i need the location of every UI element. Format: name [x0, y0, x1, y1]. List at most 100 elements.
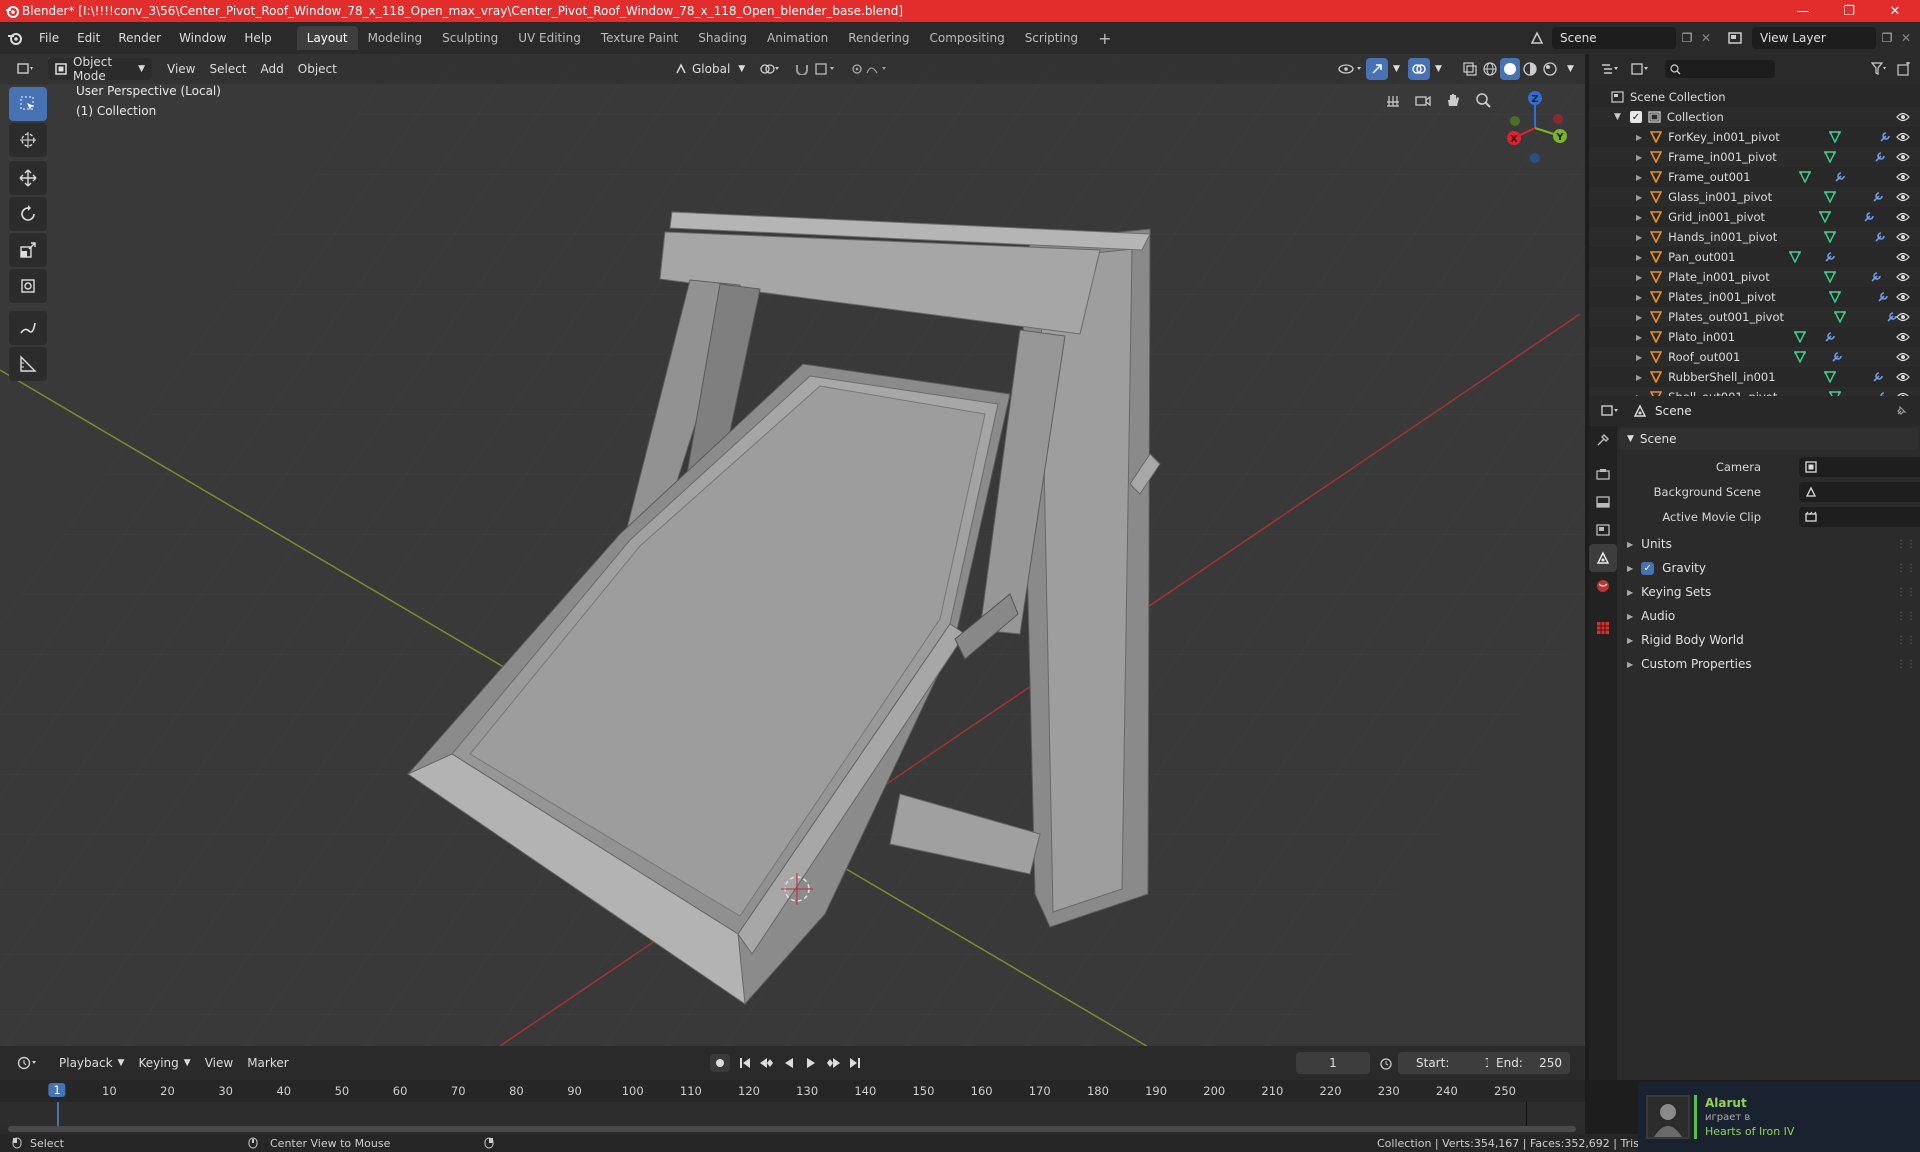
menu-help[interactable]: Help [235, 26, 280, 50]
mesh-data-icon[interactable] [1829, 131, 1841, 143]
outliner-object-row[interactable]: ▶ Frame_in001_pivot [1589, 147, 1920, 167]
modifier-wrench-icon[interactable] [1831, 351, 1843, 363]
pin-icon[interactable] [1895, 405, 1907, 417]
current-frame-field[interactable]: 1 [1296, 1052, 1370, 1074]
new-view-layer-icon[interactable]: ❐ [1876, 27, 1898, 49]
expand-arrow-icon[interactable]: ▶ [1636, 133, 1642, 142]
outliner-object-row[interactable]: ▶ Plato_in001 [1589, 327, 1920, 347]
overlays-toggle-icon[interactable] [1408, 58, 1430, 80]
outliner-object-row[interactable]: ▶ Pan_out001 [1589, 247, 1920, 267]
tab-rendering[interactable]: Rendering [838, 26, 919, 50]
menu-render[interactable]: Render [109, 26, 170, 50]
maximize-button[interactable]: ❐ [1826, 0, 1872, 22]
menu-file[interactable]: File [30, 26, 68, 50]
3d-viewport[interactable]: Object Mode ▼ View Select Add Object Glo… [0, 54, 1585, 1046]
drag-handle-icon[interactable]: ⋮⋮ [1896, 635, 1916, 646]
drag-handle-icon[interactable]: ⋮⋮ [1896, 611, 1916, 622]
eye-icon[interactable] [1896, 112, 1910, 122]
shading-material-icon[interactable] [1520, 58, 1540, 80]
display-mode-icon[interactable] [1625, 57, 1655, 81]
close-button[interactable]: ✕ [1872, 0, 1918, 22]
editor-type-icon[interactable] [10, 58, 42, 80]
mesh-data-icon[interactable] [1824, 191, 1836, 203]
outliner-object-row[interactable]: ▶ Grid_in001_pivot [1589, 207, 1920, 227]
modifier-wrench-icon[interactable] [1824, 251, 1836, 263]
minimize-button[interactable]: — [1780, 0, 1826, 22]
scale-icon[interactable] [9, 233, 47, 267]
camera-field[interactable] [1799, 457, 1920, 477]
viewport-menu-add[interactable]: Add [254, 58, 291, 80]
overlays-dropdown-icon[interactable]: ▼ [1428, 58, 1449, 80]
add-workspace-button[interactable]: + [1088, 26, 1121, 50]
mesh-data-icon[interactable] [1824, 231, 1836, 243]
eye-icon[interactable] [1896, 152, 1910, 162]
expand-arrow-icon[interactable]: ▶ [1636, 333, 1642, 342]
tab-shading[interactable]: Shading [688, 26, 757, 50]
tab-texture-paint[interactable]: Texture Paint [591, 26, 688, 50]
modifier-wrench-icon[interactable] [1863, 211, 1875, 223]
modifier-wrench-icon[interactable] [1877, 291, 1889, 303]
menu-window[interactable]: Window [170, 26, 235, 50]
gizmo-dropdown-icon[interactable]: ▼ [1386, 58, 1407, 80]
tab-tool-icon[interactable] [1589, 426, 1617, 454]
eye-icon[interactable] [1896, 212, 1910, 222]
timeline-menu-playback[interactable]: Playback ▼ [52, 1052, 131, 1074]
outliner-search-input[interactable] [1665, 60, 1775, 78]
mesh-data-icon[interactable] [1824, 271, 1836, 283]
select-box-icon[interactable] [9, 87, 47, 121]
jump-start-icon[interactable] [736, 1054, 754, 1072]
property-section-header[interactable]: ▶ Keying Sets ⋮⋮ [1619, 581, 1918, 603]
drag-handle-icon[interactable]: ⋮⋮ [1896, 539, 1916, 550]
background-scene-field[interactable] [1799, 482, 1920, 502]
record-icon[interactable] [710, 1054, 730, 1072]
pan-hand-icon[interactable] [1440, 87, 1466, 113]
eye-icon[interactable] [1896, 352, 1910, 362]
modifier-wrench-icon[interactable] [1874, 231, 1886, 243]
properties-editor-type-icon[interactable] [1595, 399, 1625, 423]
tab-layout[interactable]: Layout [296, 26, 358, 50]
active-movie-clip-field[interactable] [1799, 507, 1920, 527]
modifier-wrench-icon[interactable] [1879, 131, 1891, 143]
steam-notification[interactable]: Alarut играет в Hearts of Iron IV [1638, 1082, 1920, 1152]
mesh-data-icon[interactable] [1794, 351, 1806, 363]
expand-arrow-icon[interactable]: ▶ [1636, 293, 1642, 302]
outliner-editor-type-icon[interactable] [1595, 57, 1625, 81]
eye-icon[interactable] [1896, 232, 1910, 242]
current-frame-indicator[interactable]: 1 [48, 1083, 66, 1097]
move-icon[interactable] [9, 161, 47, 195]
outliner-object-row[interactable]: ▶ Roof_out001 [1589, 347, 1920, 367]
transform-orientation-selector[interactable]: Global ▼ [668, 58, 752, 80]
jump-end-icon[interactable] [846, 1054, 864, 1072]
tab-compositing[interactable]: Compositing [919, 26, 1014, 50]
property-section-header[interactable]: ▶ Custom Properties ⋮⋮ [1619, 653, 1918, 675]
tab-view-layer-icon[interactable] [1589, 516, 1617, 544]
delete-scene-icon[interactable]: ✕ [1698, 27, 1714, 49]
property-section-header[interactable]: ▶ Rigid Body World ⋮⋮ [1619, 629, 1918, 651]
mesh-data-icon[interactable] [1824, 371, 1836, 383]
expand-arrow-icon[interactable]: ▶ [1636, 373, 1642, 382]
tab-uv-editing[interactable]: UV Editing [508, 26, 591, 50]
navigation-gizmo[interactable]: Z Y X [1500, 86, 1570, 166]
timeline-keyframe-area[interactable] [0, 1102, 1585, 1126]
gizmo-toggle-icon[interactable] [1366, 58, 1388, 80]
property-section-header[interactable]: ▶ Audio ⋮⋮ [1619, 605, 1918, 627]
camera-view-icon[interactable] [1410, 87, 1436, 113]
tab-world-icon[interactable] [1589, 572, 1617, 600]
measure-icon[interactable] [9, 347, 47, 381]
shading-wireframe-icon[interactable] [1480, 58, 1500, 80]
eye-icon[interactable] [1896, 172, 1910, 182]
end-frame-field[interactable]: End: 250 [1488, 1052, 1570, 1074]
expand-arrow-icon[interactable]: ▶ [1636, 353, 1642, 362]
cursor-icon[interactable] [9, 123, 47, 157]
expand-arrow-icon[interactable]: ▶ [1636, 233, 1642, 242]
outliner-scene-collection[interactable]: Scene Collection [1589, 87, 1920, 107]
outliner-object-row[interactable]: ▶ Plate_in001_pivot [1589, 267, 1920, 287]
eye-icon[interactable] [1896, 332, 1910, 342]
drag-handle-icon[interactable]: ⋮⋮ [1896, 563, 1916, 574]
scene-field[interactable]: Scene [1552, 27, 1676, 49]
expand-arrow-icon[interactable]: ▶ [1636, 313, 1642, 322]
scene-selector-icon[interactable] [1524, 26, 1550, 50]
expand-arrow-icon[interactable]: ▶ [1636, 253, 1642, 262]
modifier-wrench-icon[interactable] [1872, 371, 1884, 383]
timeline-menu-keying[interactable]: Keying ▼ [131, 1052, 197, 1074]
